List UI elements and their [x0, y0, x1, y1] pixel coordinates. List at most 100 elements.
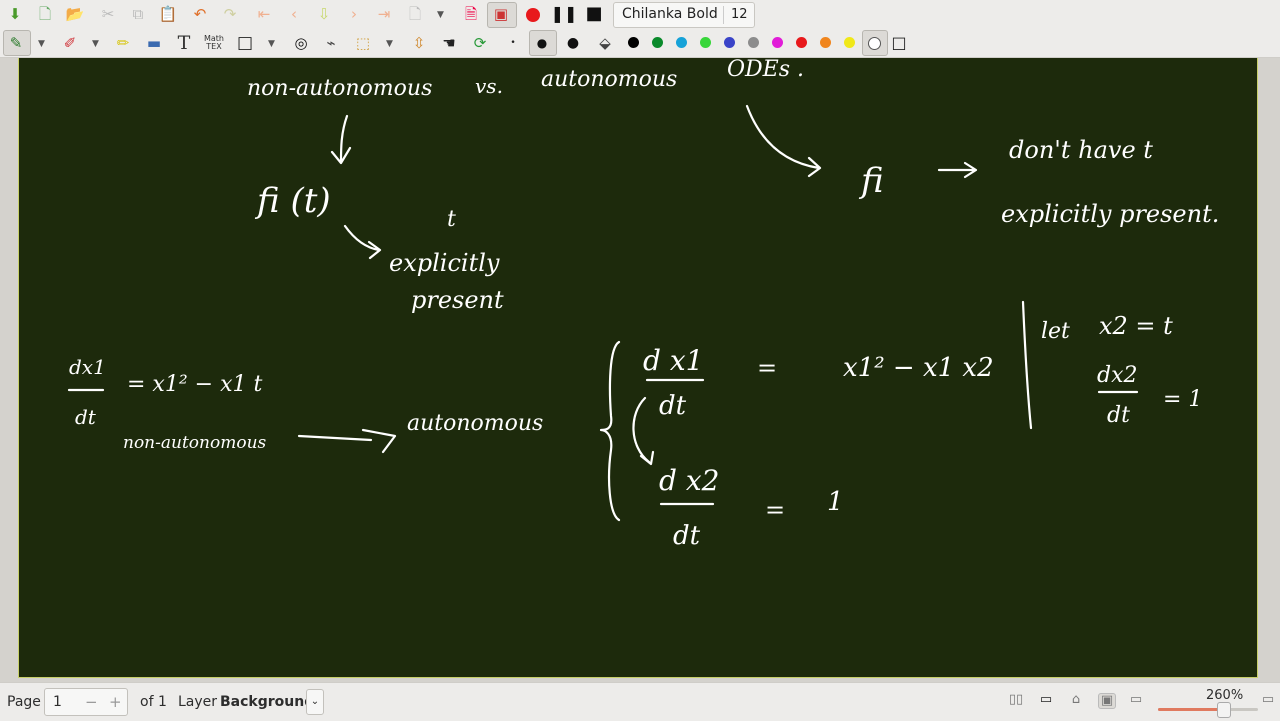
select-rectangle-icon[interactable]: ⬚ — [352, 32, 374, 54]
color-gray-button[interactable] — [748, 37, 759, 48]
note-vs: vs. — [475, 74, 503, 98]
image-icon[interactable]: ▬ — [143, 32, 165, 54]
redo-icon[interactable]: ↷ — [219, 3, 241, 25]
toolbar: ⬇ 🗋 📂 ✂ ⧉ 📋 ↶ ↷ ⇤ ‹ ⇩ › ⇥ 🗋 ▼ 🗎 ▣ ❚❚ ■ C… — [0, 0, 1280, 58]
fullscreen-icon[interactable]: ▣ — [490, 3, 512, 25]
first-page-icon[interactable]: ⇤ — [253, 3, 275, 25]
color-cyan-button[interactable] — [676, 37, 687, 48]
page-decrement-button[interactable]: − — [85, 693, 98, 711]
eq1-denominator: dt — [75, 405, 97, 429]
last-page-icon[interactable]: ⇥ — [373, 3, 395, 25]
custom-color-icon[interactable]: □ — [888, 32, 910, 54]
chevron-down-icon[interactable]: ▼ — [437, 10, 444, 20]
font-selector[interactable]: Chilanka Bold 12 — [613, 2, 755, 28]
page-spinner[interactable]: 1 − + — [44, 688, 128, 716]
new-document-icon[interactable]: 🗋 — [34, 3, 56, 25]
vertical-divider — [1021, 300, 1033, 430]
stop-icon[interactable]: ■ — [583, 3, 605, 25]
page-number-input[interactable]: 1 — [53, 694, 62, 710]
eraser-icon[interactable]: ✐ — [59, 32, 81, 54]
note-autonomous-heading: autonomous — [541, 67, 677, 92]
let-rhs: = 1 — [1163, 387, 1202, 412]
chevron-down-icon[interactable]: ▼ — [38, 39, 45, 49]
cut-icon[interactable]: ✂ — [97, 3, 119, 25]
color-blue-button[interactable] — [724, 37, 735, 48]
eq1-rhs: = x1² − x1 t — [127, 372, 262, 397]
ruler-icon[interactable]: ◎ — [290, 32, 312, 54]
delete-page-icon[interactable]: 🗎 — [460, 3, 482, 25]
color-green-button[interactable] — [652, 37, 663, 48]
shape-recognizer-icon[interactable]: ⌁ — [320, 32, 342, 54]
pause-icon[interactable]: ❚❚ — [551, 3, 578, 25]
save-icon[interactable]: ⬇ — [4, 3, 26, 25]
record-icon[interactable] — [526, 8, 540, 22]
color-magenta-button[interactable] — [772, 37, 783, 48]
font-name: Chilanka Bold — [622, 6, 718, 22]
thick-pen-icon[interactable]: ● — [562, 32, 584, 54]
shape-rectangle-icon[interactable]: □ — [234, 32, 256, 54]
color-yellow-button[interactable] — [844, 37, 855, 48]
chevron-down-icon[interactable]: ▼ — [386, 39, 393, 49]
highlighter-icon[interactable]: ✏ — [112, 32, 134, 54]
open-folder-icon[interactable]: 📂 — [64, 3, 86, 25]
zoom-in-icon[interactable]: ▭ — [1260, 693, 1276, 707]
two-page-icon[interactable]: ▯▯ — [1008, 693, 1024, 707]
note-non-autonomous: non-autonomous — [123, 433, 267, 453]
undo-icon[interactable]: ↶ — [189, 3, 211, 25]
zoom-slider-handle[interactable] — [1217, 702, 1231, 718]
note-odes: ODEs . — [727, 58, 804, 82]
page-count: of 1 — [140, 694, 167, 710]
layer-label: Layer — [178, 694, 218, 710]
arrow-to-fi — [745, 104, 822, 178]
thin-pen-icon[interactable]: • — [502, 32, 524, 54]
text-tool-icon[interactable]: T — [173, 32, 195, 54]
let-denominator: dt — [1107, 403, 1130, 428]
right-arrow — [937, 161, 978, 179]
default-tools-icon[interactable]: ⟳ — [469, 32, 491, 54]
page-increment-button[interactable]: + — [109, 693, 122, 711]
zoom-slider[interactable] — [1158, 702, 1258, 718]
medium-pen-icon[interactable]: ● — [531, 32, 553, 54]
note-fi-right: fi — [858, 161, 884, 201]
next-page-icon[interactable]: › — [343, 3, 365, 25]
copy-icon[interactable]: ⧉ — [127, 3, 149, 25]
down-arrow — [330, 114, 352, 165]
math-tex-icon[interactable]: Math TEX — [203, 32, 225, 54]
previous-page-icon[interactable]: ‹ — [283, 3, 305, 25]
note-non-autonomous-heading: non-autonomous — [247, 76, 432, 101]
layer-dropdown[interactable]: ⌄ — [306, 689, 324, 715]
new-page-icon[interactable]: 🗋 — [404, 3, 426, 25]
zoom-fit-icon[interactable]: ⌂ — [1068, 693, 1084, 707]
note-explicitly-present: explicitly present. — [1001, 200, 1219, 228]
vertical-space-icon[interactable]: ⇳ — [408, 32, 430, 54]
color-red-button[interactable] — [796, 37, 807, 48]
chevron-down-icon[interactable]: ▼ — [92, 39, 99, 49]
eq1-numerator: dx1 — [69, 355, 106, 379]
note-let-expr: x2 = t — [1099, 312, 1173, 340]
canvas-area[interactable]: non-autonomous vs. autonomous ODEs . fi … — [0, 58, 1280, 682]
color-black-button[interactable] — [628, 37, 639, 48]
hand-tool-icon[interactable]: ☚ — [438, 32, 460, 54]
note-page[interactable]: non-autonomous vs. autonomous ODEs . fi … — [18, 58, 1258, 678]
pen-icon[interactable]: ✎ — [5, 32, 27, 54]
zoom-out-icon[interactable]: ▭ — [1128, 693, 1144, 707]
layer-value: Background — [220, 694, 315, 710]
color-white-button[interactable] — [868, 37, 881, 50]
zoom-page-width-icon[interactable]: ▣ — [1098, 693, 1116, 709]
zoom-level: 260% — [1206, 688, 1244, 703]
chevron-down-icon[interactable]: ▼ — [268, 39, 275, 49]
sys-equals-2: = — [765, 496, 785, 524]
fill-icon[interactable]: ⬙ — [594, 32, 616, 54]
curved-arrow-substitution — [632, 396, 655, 466]
sys-numerator-2: d x2 — [659, 464, 719, 497]
curved-arrow-explicitly — [343, 224, 382, 260]
color-light-green-button[interactable] — [700, 37, 711, 48]
presentation-icon[interactable]: ▭ — [1038, 693, 1054, 707]
sys-numerator-1: d x1 — [643, 344, 703, 377]
sys-denominator-2: dt — [673, 521, 701, 551]
go-to-page-icon[interactable]: ⇩ — [313, 3, 335, 25]
sys-rhs-1: x1² − x1 x2 — [843, 353, 994, 383]
color-orange-button[interactable] — [820, 37, 831, 48]
note-explicitly: explicitly — [389, 249, 500, 277]
paste-icon[interactable]: 📋 — [157, 3, 179, 25]
